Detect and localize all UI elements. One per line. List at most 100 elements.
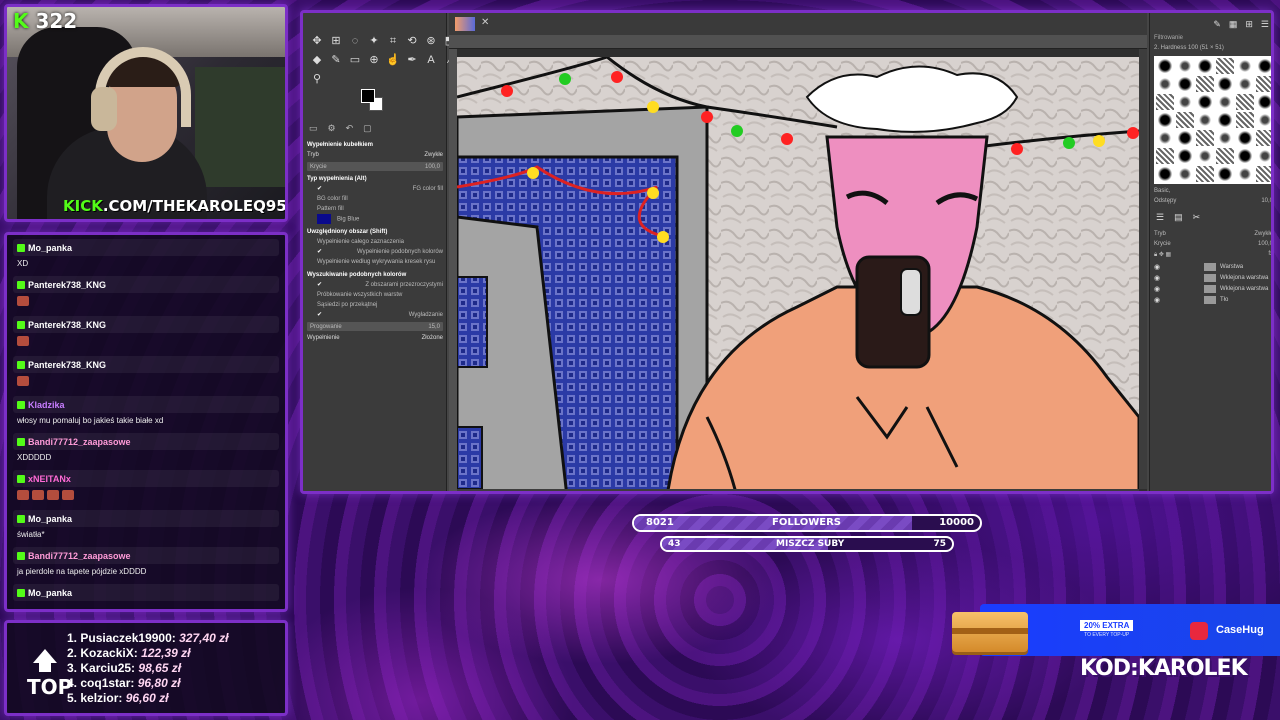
chat-username[interactable]: Bandi77712_zaapasowe [28,437,131,447]
tool-options-tab-icon[interactable]: ↶ [346,123,354,134]
fill-similar-radio[interactable]: Wypełnienie podobnych kolorów [307,247,443,257]
brush-swatch[interactable] [1156,58,1174,74]
brush-swatch[interactable] [1216,58,1234,74]
vertical-scrollbar[interactable] [1139,49,1147,489]
layer-row[interactable]: ◉ Wklejona warstwa [1150,283,1271,294]
brush-swatch[interactable] [1196,94,1214,110]
brush-swatch[interactable] [1176,76,1194,92]
brush-swatch[interactable] [1256,58,1271,74]
spacing-slider[interactable]: Odstępy 10,0 [1150,196,1271,206]
smudge-tool-icon[interactable]: ☝ [385,52,401,68]
canvas-area[interactable]: ✕ [449,13,1147,494]
brush-swatch[interactable] [1236,148,1254,164]
fonts-tab-icon[interactable]: ⊞ [1245,19,1253,29]
brush-swatch[interactable] [1216,76,1234,92]
brush-swatch[interactable] [1236,112,1254,128]
fg-fill-radio[interactable]: FG color fill [307,184,443,194]
lasso-tool-icon[interactable]: ◌ [347,33,363,49]
antialias-checkbox[interactable]: Wygładzanie [307,310,443,320]
layer-opacity-slider[interactable]: Krycie 100,0 [1150,239,1271,249]
brush-swatch[interactable] [1196,166,1214,182]
brush-preset-row[interactable]: Basic, [1150,186,1271,196]
fill-lineart-radio[interactable]: Wypełnienie według wykrywania kresek rys… [307,257,443,267]
text-tool-icon[interactable]: A [423,52,439,68]
brush-swatch[interactable] [1176,58,1194,74]
crop-tool-icon[interactable]: ⌗ [385,33,401,49]
brush-swatch[interactable] [1256,112,1271,128]
brush-swatch[interactable] [1256,76,1271,92]
brush-swatch[interactable] [1176,112,1194,128]
brush-swatch[interactable] [1236,130,1254,146]
threshold-slider[interactable]: Progowanie 15,0 [307,322,443,331]
brush-swatch[interactable] [1236,76,1254,92]
paintbrush-icon[interactable]: ✎ [328,52,344,68]
zoom-tool-icon[interactable]: ⚲ [309,71,325,87]
bg-fill-radio[interactable]: BG color fill [307,194,443,204]
brush-swatch[interactable] [1256,166,1271,182]
chat-username[interactable]: Panterek738_KNG [28,320,106,330]
brush-swatch[interactable] [1216,148,1234,164]
pattern-tab-icon[interactable]: ▦ [1229,19,1238,29]
close-icon[interactable]: ✕ [481,17,489,28]
brush-swatch[interactable] [1216,166,1234,182]
menu-icon[interactable]: ☰ [1261,19,1269,29]
brush-swatch[interactable] [1156,94,1174,110]
bucket-fill-icon[interactable]: ◆ [309,52,325,68]
brush-grid[interactable] [1154,56,1271,184]
foreground-color-swatch[interactable] [361,89,375,103]
layer-row[interactable]: ◉ Tło [1150,294,1271,305]
paths-tool-icon[interactable]: ✒ [404,52,420,68]
brush-swatch[interactable] [1256,130,1271,146]
horizontal-scrollbar[interactable] [457,489,1139,494]
align-tool-icon[interactable]: ⊞ [328,33,344,49]
unified-transform-icon[interactable]: ⟲ [404,33,420,49]
fill-by-row[interactable]: Wypełnienie Złożone [307,333,443,343]
lock-icon[interactable]: 🔒︎ ✥ ▦ [1154,251,1171,259]
fx-icon[interactable]: fx [1268,251,1271,259]
brush-swatch[interactable] [1196,130,1214,146]
warp-tool-icon[interactable]: ⊛ [423,33,439,49]
brush-swatch[interactable] [1156,76,1174,92]
sample-merged-checkbox[interactable]: Próbkowanie wszystkich warstw [307,290,443,300]
brush-swatch[interactable] [1236,166,1254,182]
eye-icon[interactable]: ◉ [1154,296,1162,304]
brush-swatch[interactable] [1156,166,1174,182]
fill-selection-radio[interactable]: Wypełnienie całego zaznaczenia [307,237,443,247]
eraser-icon[interactable]: ▭ [347,52,363,68]
chat-username[interactable]: xNEITANx [28,474,71,484]
brush-swatch[interactable] [1216,130,1234,146]
fg-bg-colors[interactable] [361,89,385,113]
pattern-selector[interactable]: Big Blue [307,214,443,224]
brush-swatch[interactable] [1156,112,1174,128]
brush-swatch[interactable] [1236,94,1254,110]
brush-tab-icon[interactable]: ✎ [1213,19,1221,29]
chat-username[interactable]: Mo_panka [28,514,72,524]
canvas-drawing[interactable] [457,57,1139,489]
brush-filter-input[interactable]: Filtrowanie [1150,35,1271,45]
tool-options-tab-icon[interactable]: ▢ [363,123,372,134]
layer-mode-row[interactable]: Tryb Zwykłe [1150,229,1271,239]
brush-swatch[interactable] [1156,130,1174,146]
eye-icon[interactable]: ◉ [1154,263,1162,271]
scroll-thumb[interactable] [517,491,1007,494]
chat-username[interactable]: Mo_panka [28,588,72,598]
brush-swatch[interactable] [1176,148,1194,164]
diagonal-checkbox[interactable]: Sąsiedzi po przekątnej [307,300,443,310]
brush-swatch[interactable] [1196,76,1214,92]
pattern-fill-radio[interactable]: Pattern fill [307,204,443,214]
chat-username[interactable]: Mo_panka [28,243,72,253]
image-tab-thumbnail[interactable] [455,17,475,31]
opacity-slider[interactable]: Krycie 100,0 [307,162,443,171]
brush-swatch[interactable] [1256,94,1271,110]
layer-row[interactable]: ◉ Wklejona warstwa [1150,272,1271,283]
mode-row[interactable]: Tryb Zwykłe [307,150,443,160]
clone-tool-icon[interactable]: ⊕ [366,52,382,68]
eye-icon[interactable]: ◉ [1154,274,1162,282]
transparent-checkbox[interactable]: Z obszarami przezroczystymi [307,280,443,290]
brush-swatch[interactable] [1176,130,1194,146]
brush-swatch[interactable] [1176,166,1194,182]
chat-username[interactable]: Kladzika [28,400,65,410]
brush-swatch[interactable] [1216,94,1234,110]
brush-swatch[interactable] [1156,148,1174,164]
brush-swatch[interactable] [1216,112,1234,128]
